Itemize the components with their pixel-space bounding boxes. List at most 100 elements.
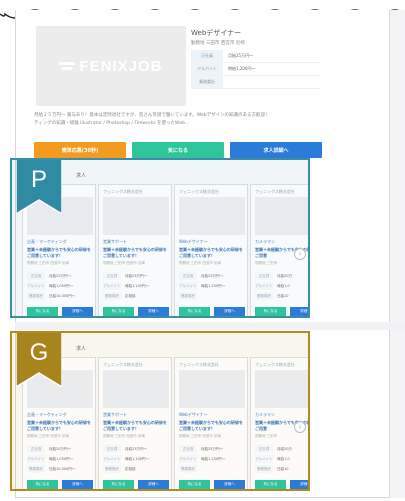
salary-value: 日給10,000円〜 xyxy=(49,466,76,471)
salary-rows: 正社員 月給23万円〜 アルバイト 時給1,100円〜 業務委託 応相談 xyxy=(103,444,169,474)
salary-row: 業務委託 応相談 xyxy=(103,291,169,301)
job-meta: 勤務地 三田市 西宮市 尼崎 xyxy=(103,261,145,265)
chevron-right-icon[interactable]: › xyxy=(294,248,306,260)
favorite-button[interactable]: 気になる xyxy=(27,307,58,316)
apply-button[interactable]: 簡単応募(30秒) xyxy=(34,142,126,158)
salary-value: 日給10 xyxy=(277,293,289,298)
detail-button[interactable]: 詳細へ xyxy=(214,307,245,316)
salary-type: 正社員 xyxy=(179,445,197,453)
company-tag: フェニックス株式会社 xyxy=(255,362,295,367)
job-meta: 勤務地 三田市 xyxy=(255,261,278,265)
section-divider xyxy=(15,322,405,330)
salary-rows: 正社員 月給20万円〜 アルバイト 時給1,050円〜 業務委託 日給10,000円〜 xyxy=(27,271,93,301)
job-card[interactable]: FENIXJOB Webデザイナー 勤務地 三田市 西宮市 尼崎 正社員 月給2… xyxy=(36,26,322,110)
favorite-button[interactable]: 気になる xyxy=(103,480,134,489)
detail-button[interactable]: 詳細へ xyxy=(214,480,245,489)
salary-type: 正社員 xyxy=(27,272,45,280)
salary-rows: 正社員 月給20万円〜 アルバイト 時給1,050円〜 業務委託 日給10,000円〜 xyxy=(27,444,93,474)
job-thumbnail xyxy=(103,197,169,235)
salary-type: アルバイト xyxy=(27,455,45,463)
salary-value: 時給1,050円〜 xyxy=(49,283,74,288)
job-meta: 勤務地 三田市 西宮市 尼崎 xyxy=(103,434,145,438)
detail-button[interactable]: 詳細へ xyxy=(62,307,93,316)
job-title: 営業サポート xyxy=(103,239,127,244)
favorite-button[interactable]: 気になる xyxy=(132,142,224,158)
detail-button[interactable]: 詳細へ xyxy=(138,307,169,316)
ribbon-g: G xyxy=(15,333,63,389)
salary-type: 正社員 xyxy=(103,445,121,453)
card-actions: 気になる 詳細へ xyxy=(103,480,169,489)
salary-row: アルバイト 時給1,100円〜 xyxy=(103,454,169,464)
favorite-button[interactable]: 気になる xyxy=(179,480,210,489)
salary-value: 月給25万円〜 xyxy=(201,273,223,278)
ribbon-p: P xyxy=(15,160,63,216)
salary-type: アルバイト xyxy=(103,282,121,290)
table-row: 正社員 月給25万円〜 xyxy=(191,50,321,63)
salary-type: 業務委託 xyxy=(103,292,121,300)
job-title: Webデザイナー xyxy=(179,412,208,417)
favorite-button[interactable]: 気になる xyxy=(103,307,134,316)
salary-type: 正社員 xyxy=(103,272,121,280)
detail-button[interactable]: 詳細へ xyxy=(290,480,308,489)
salary-value: 時給1,100円〜 xyxy=(125,456,150,461)
salary-value: 月給20万 xyxy=(277,273,292,278)
salary-value: 月給20万円〜 xyxy=(49,446,71,451)
job-detail-button[interactable]: 求人詳細へ xyxy=(230,142,322,158)
favorite-button[interactable]: 気になる xyxy=(179,307,210,316)
job-catch: 営業＋未経験からでも安心の研修をご用意しています！ xyxy=(27,247,91,258)
salary-value: 時給1,200円〜 xyxy=(201,456,226,461)
ribbon-letter: P xyxy=(30,166,47,193)
salary-row: 業務委託 日給10 xyxy=(255,464,308,474)
logo-text: FENIXJOB xyxy=(79,57,163,75)
company-tag: フェニックス株式会社 xyxy=(179,362,219,367)
favorite-button[interactable]: 気になる xyxy=(255,307,286,316)
salary-value: 月給20万 xyxy=(277,446,292,451)
table-row: アルバイト 時給1,200円〜 xyxy=(191,62,321,76)
job-info: Webデザイナー 勤務地 三田市 西宮市 尼崎 正社員 月給25万円〜 アルバイ… xyxy=(191,28,326,89)
detail-button[interactable]: 詳細へ xyxy=(290,307,308,316)
job-card-mini[interactable]: フェニックス株式会社 Webデザイナー 営業＋未経験からでも安心の研修をご用意し… xyxy=(174,184,248,316)
favorite-button[interactable]: 気になる xyxy=(255,480,286,489)
salary-row: 業務委託 日給10,000円〜 xyxy=(27,291,93,301)
card-actions: 気になる 詳細へ xyxy=(27,307,93,316)
salary-value: 月給25万円〜 xyxy=(201,446,223,451)
detail-button[interactable]: 詳細へ xyxy=(62,480,93,489)
salary-type: アルバイト xyxy=(179,282,197,290)
job-catch: 営業＋未経験からでも安心の研修をご用意しています！ xyxy=(179,420,243,431)
salary-row: 業務委託 xyxy=(179,291,245,301)
description-line: 月給２５万円〜 賞与あり！基本は定時退社ですが、皆さん笑顔で働いています。Web… xyxy=(34,113,270,118)
salary-value: 時給1,200円〜 xyxy=(223,62,321,76)
fenixjob-logo: FENIXJOB xyxy=(59,58,162,75)
company-tag: フェニックス株式会社 xyxy=(103,362,143,367)
detail-button[interactable]: 詳細へ xyxy=(138,480,169,489)
job-title[interactable]: Webデザイナー xyxy=(191,28,326,38)
salary-row: アルバイト 時給1,200円〜 xyxy=(179,281,245,291)
ribbon-letter: G xyxy=(29,339,49,366)
salary-row: 正社員 月給25万円〜 xyxy=(179,444,245,454)
card-actions: 気になる 詳細へ xyxy=(27,480,93,489)
card-actions: 気になる 詳細へ xyxy=(179,480,245,489)
salary-row: アルバイト 時給1,050円〜 xyxy=(27,454,93,464)
logo-mark-icon xyxy=(59,60,75,72)
salary-row: 正社員 月給20万 xyxy=(255,271,308,281)
job-card-mini[interactable]: フェニックス株式会社 Webデザイナー 営業＋未経験からでも安心の研修をご用意し… xyxy=(174,357,248,489)
salary-value: 月給25万円〜 xyxy=(223,50,321,63)
favorite-button[interactable]: 気になる xyxy=(27,480,58,489)
salary-value: 時給1,0 xyxy=(277,283,290,288)
job-card-mini[interactable]: フェニックス株式会社 営業サポート 営業＋未経験からでも安心の研修をご用意してい… xyxy=(98,184,172,316)
card-actions: 気になる 詳細へ xyxy=(179,307,245,316)
salary-table: 正社員 月給25万円〜 アルバイト 時給1,200円〜 業務委託 xyxy=(191,50,321,89)
salary-type: 業務委託 xyxy=(179,465,197,473)
job-card-mini[interactable]: フェニックス株式会社 営業サポート 営業＋未経験からでも安心の研修をご用意してい… xyxy=(98,357,172,489)
salary-value xyxy=(223,75,321,89)
job-thumbnail xyxy=(255,370,308,408)
salary-row: 業務委託 応相談 xyxy=(103,464,169,474)
chevron-right-icon[interactable]: › xyxy=(294,421,306,433)
salary-value: 日給10,000円〜 xyxy=(49,293,76,298)
job-meta: 勤務地 三田市 xyxy=(255,434,278,438)
job-thumbnail xyxy=(179,370,245,408)
salary-type: 業務委託 xyxy=(179,292,197,300)
salary-value: 時給1,200円〜 xyxy=(201,283,226,288)
salary-type: 正社員 xyxy=(255,445,273,453)
job-description: 月給２５万円〜 賞与あり！基本は定時退社ですが、皆さん笑顔で働いています。Web… xyxy=(34,112,334,128)
